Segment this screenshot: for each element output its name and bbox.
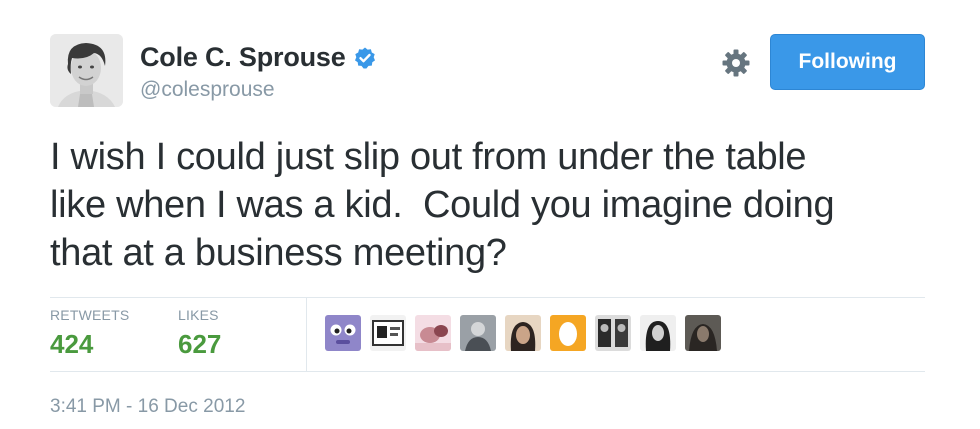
user-name-row: Cole C. Sprouse: [140, 42, 377, 73]
liker-avatar[interactable]: [685, 315, 721, 351]
gear-icon[interactable]: [720, 47, 752, 79]
stats-bottom-divider: [50, 371, 925, 372]
liker-avatar[interactable]: [595, 315, 631, 351]
liker-avatar[interactable]: [550, 315, 586, 351]
liker-avatar[interactable]: [640, 315, 676, 351]
retweets-stat[interactable]: RETWEETS 424: [50, 307, 129, 360]
following-button[interactable]: Following: [770, 34, 925, 90]
stats-vertical-divider: [306, 297, 307, 371]
stats-top-divider: [50, 297, 925, 298]
likes-stat[interactable]: LIKES 627: [178, 307, 221, 360]
likers-avatar-list: [325, 315, 721, 351]
liker-avatar[interactable]: [325, 315, 361, 351]
liker-avatar[interactable]: [505, 315, 541, 351]
user-display-name[interactable]: Cole C. Sprouse: [140, 42, 346, 73]
user-handle[interactable]: @colesprouse: [140, 78, 275, 102]
profile-avatar[interactable]: [50, 34, 123, 107]
verified-badge-icon: [354, 47, 375, 68]
liker-avatar[interactable]: [460, 315, 496, 351]
retweets-count: 424: [50, 329, 94, 359]
tweet-timestamp[interactable]: 3:41 PM - 16 Dec 2012: [50, 396, 245, 418]
likes-label: LIKES: [178, 307, 219, 323]
retweets-label: RETWEETS: [50, 307, 130, 323]
liker-avatar[interactable]: [415, 315, 451, 351]
likes-count: 627: [178, 329, 222, 359]
liker-avatar[interactable]: [370, 315, 406, 351]
tweet-text: I wish I could just slip out from under …: [50, 136, 835, 274]
